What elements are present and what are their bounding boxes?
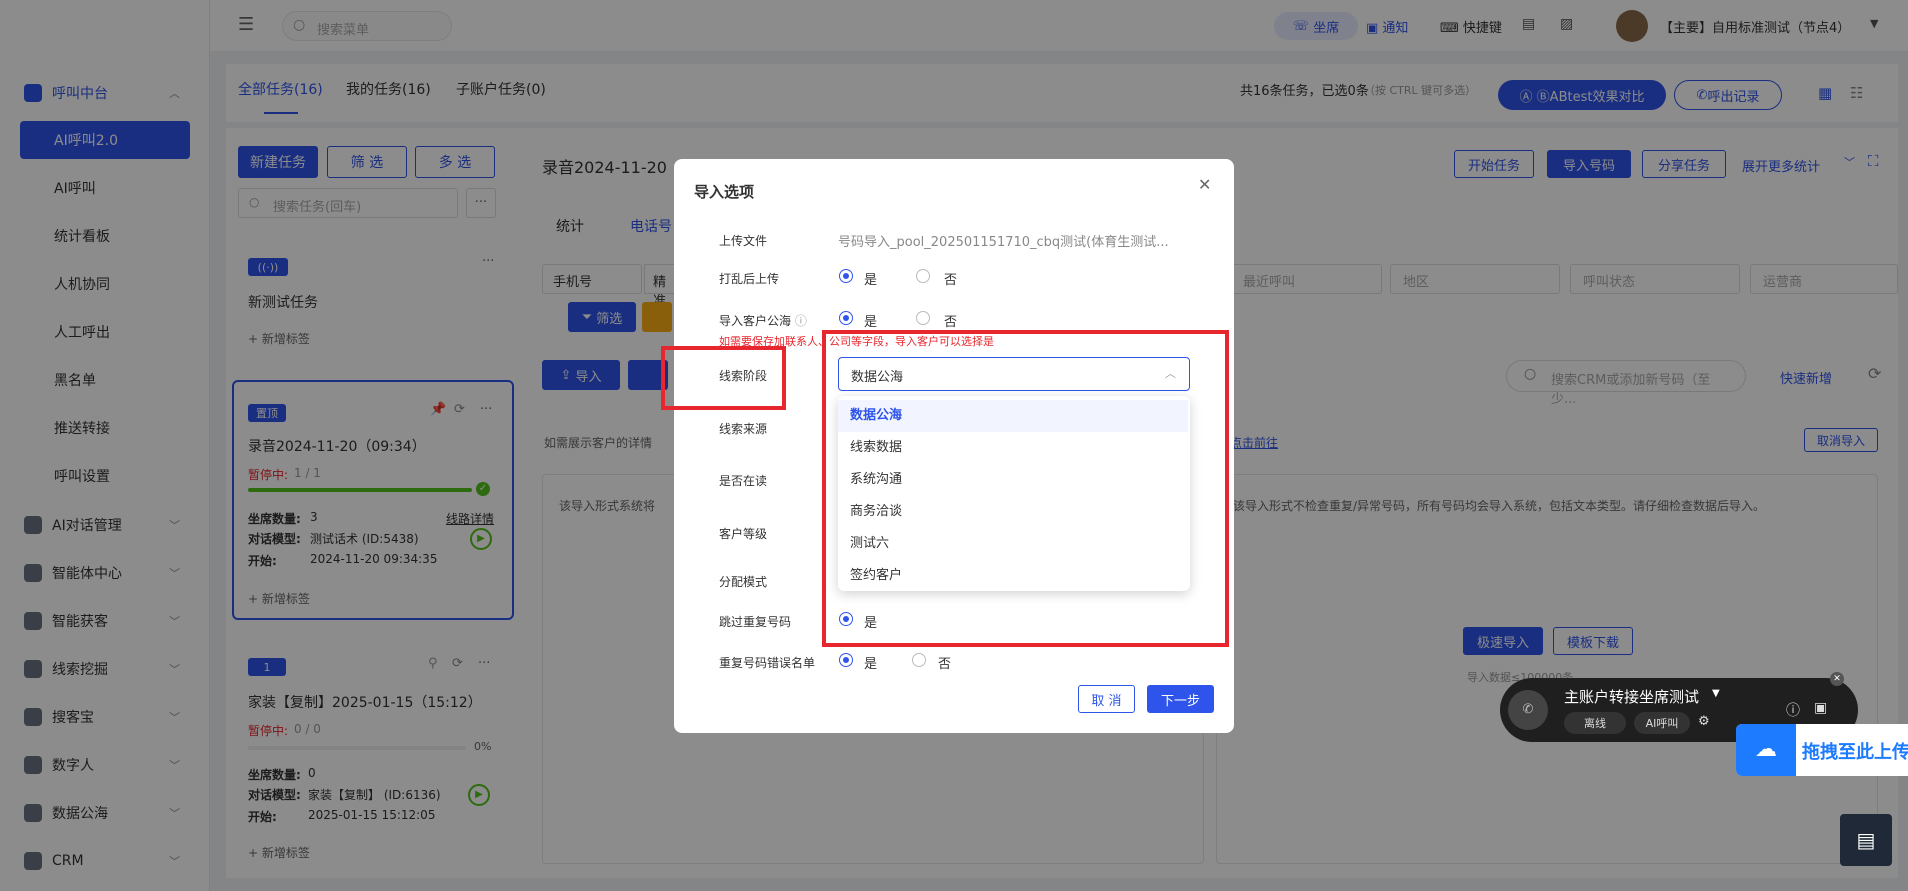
shuffle-no-radio[interactable] bbox=[916, 269, 930, 283]
assign-mode-label: 分配模式 bbox=[719, 575, 768, 589]
caret-down-icon[interactable]: ▼ bbox=[1712, 688, 1720, 699]
alert-icon[interactable]: ⓘ bbox=[1786, 700, 1800, 720]
is-reading-label: 是否在读 bbox=[719, 474, 768, 488]
shuffle-yes-radio[interactable] bbox=[839, 269, 853, 283]
duplicate-error-list-label: 重复号码错误名单 bbox=[719, 656, 816, 670]
dup-yes-label: 是 bbox=[864, 657, 878, 672]
dup-yes-radio[interactable] bbox=[839, 653, 853, 667]
ai-call-label: AI呼叫 bbox=[1645, 717, 1679, 730]
info-icon: ⓘ bbox=[794, 314, 807, 328]
window-icon[interactable]: ▣ bbox=[1814, 700, 1827, 716]
import-pool-label: 导入客户公海 ⓘ bbox=[719, 312, 807, 329]
shuffle-yes-label: 是 bbox=[864, 273, 878, 288]
close-icon[interactable]: ✕ bbox=[1830, 672, 1844, 686]
dup-no-radio[interactable] bbox=[912, 653, 926, 667]
lead-source-label: 线索来源 bbox=[719, 422, 768, 436]
next-step-button[interactable]: 下一步 bbox=[1147, 685, 1214, 713]
upload-file-label: 上传文件 bbox=[719, 234, 768, 248]
pool-yes-radio[interactable] bbox=[839, 311, 853, 325]
drag-upload-zone[interactable]: ☁ 拖拽至此上传 bbox=[1736, 724, 1908, 776]
close-icon[interactable]: ✕ bbox=[1198, 175, 1211, 194]
ai-call-status[interactable]: AI呼叫 bbox=[1634, 712, 1690, 734]
pool-no-radio[interactable] bbox=[916, 311, 930, 325]
highlight-box-label bbox=[661, 346, 786, 410]
dup-no-label: 否 bbox=[938, 657, 952, 672]
cloud-upload-icon: ☁ bbox=[1736, 724, 1796, 776]
drag-upload-label: 拖拽至此上传 bbox=[1802, 742, 1908, 763]
skip-duplicate-label: 跳过重复号码 bbox=[719, 615, 792, 629]
gear-icon[interactable]: ⚙ bbox=[1698, 714, 1710, 729]
upload-file-value: 号码导入_pool_202501151710_cbq测试(体育生测试... bbox=[838, 235, 1169, 250]
modal-title: 导入选项 bbox=[694, 183, 755, 201]
float-panel-title: 主账户转接坐席测试 bbox=[1564, 688, 1700, 706]
shuffle-upload-label: 打乱后上传 bbox=[719, 272, 780, 286]
chat-icon[interactable]: ▤ bbox=[1840, 814, 1892, 866]
phone-icon: ✆ bbox=[1508, 690, 1548, 730]
pool-no-label: 否 bbox=[944, 315, 958, 330]
import-pool-text: 导入客户公海 bbox=[719, 314, 792, 328]
offline-status[interactable]: 离线 bbox=[1564, 712, 1626, 734]
offline-label: 离线 bbox=[1584, 717, 1606, 730]
cancel-button[interactable]: 取 消 bbox=[1078, 685, 1135, 713]
highlight-box-dropdown bbox=[822, 330, 1229, 647]
customer-level-label: 客户等级 bbox=[719, 527, 768, 541]
pool-yes-label: 是 bbox=[864, 315, 878, 330]
shuffle-no-label: 否 bbox=[944, 273, 958, 288]
